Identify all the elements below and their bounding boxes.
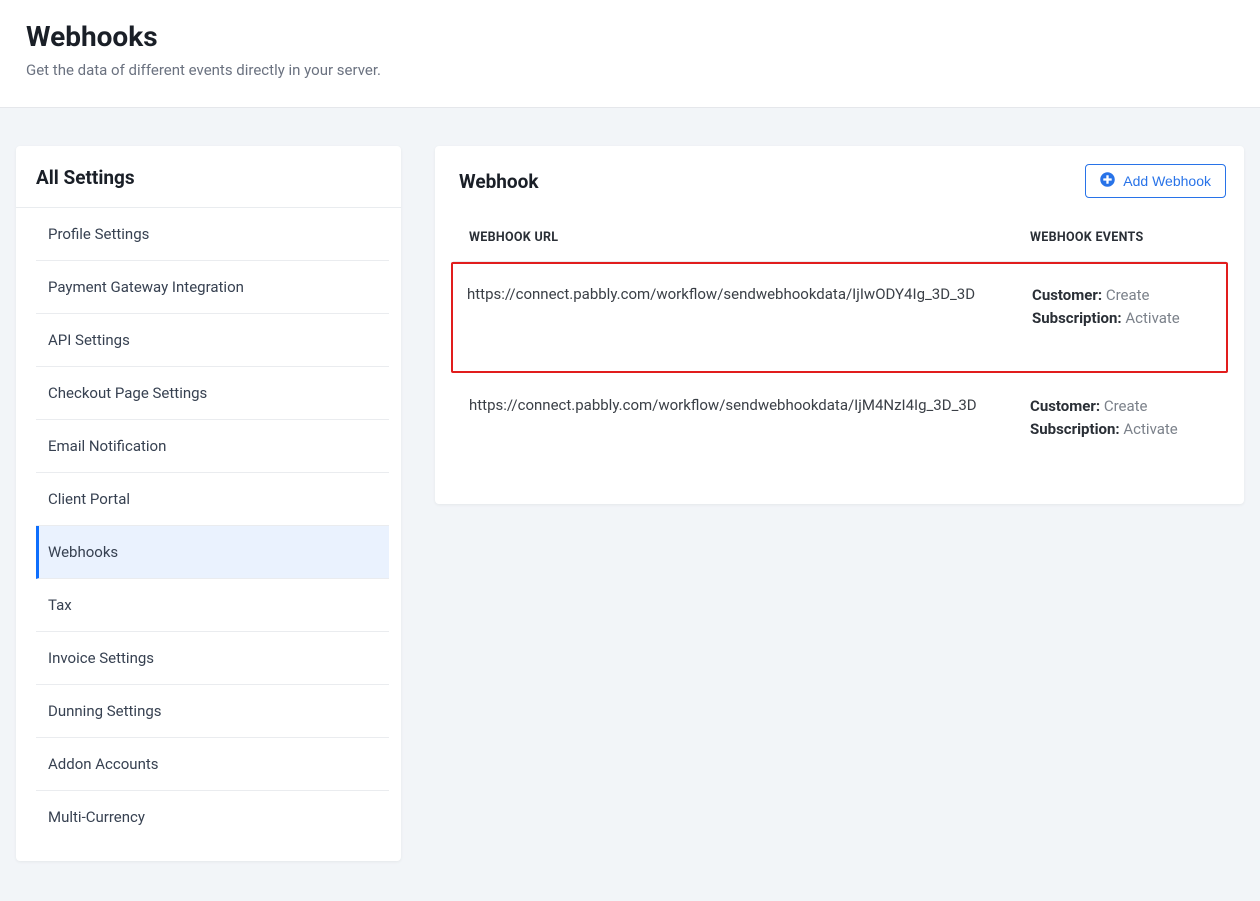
panel-header: Webhook Add Webhook (435, 146, 1244, 216)
sidebar-item-checkout-page-settings[interactable]: Checkout Page Settings (36, 367, 389, 420)
table-body: https://connect.pabbly.com/workflow/send… (453, 262, 1226, 500)
sidebar-item-email-notification[interactable]: Email Notification (36, 420, 389, 473)
sidebar-item-tax[interactable]: Tax (36, 579, 389, 632)
settings-sidebar: All Settings Profile SettingsPayment Gat… (16, 146, 401, 861)
content-area: All Settings Profile SettingsPayment Gat… (0, 108, 1260, 901)
table-row[interactable]: https://connect.pabbly.com/workflow/send… (453, 373, 1226, 500)
plus-circle-icon (1100, 172, 1115, 190)
event-subscription-value: Activate (1125, 309, 1179, 327)
event-customer-label: Customer: (1032, 286, 1102, 304)
sidebar-item-addon-accounts[interactable]: Addon Accounts (36, 738, 389, 791)
event-customer-label: Customer: (1030, 397, 1100, 415)
sidebar-item-profile-settings[interactable]: Profile Settings (36, 208, 389, 261)
webhook-events-cell: Customer: Create Subscription: Activate (1032, 284, 1212, 329)
event-customer-value: Create (1104, 397, 1148, 415)
webhook-url: https://connect.pabbly.com/workflow/send… (467, 285, 975, 303)
event-subscription-label: Subscription: (1032, 309, 1122, 327)
sidebar-item-client-portal[interactable]: Client Portal (36, 473, 389, 526)
page-title: Webhooks (26, 20, 1234, 53)
add-webhook-label: Add Webhook (1123, 173, 1211, 189)
webhook-panel: Webhook Add Webhook WEBHOOK URL WEBHOOK … (435, 146, 1244, 504)
sidebar-title: All Settings (36, 166, 381, 189)
panel-title: Webhook (459, 170, 539, 193)
event-subscription-value: Activate (1123, 420, 1177, 438)
page-header: Webhooks Get the data of different event… (0, 0, 1260, 108)
column-header-events: WEBHOOK EVENTS (1030, 230, 1210, 245)
page-subtitle: Get the data of different events directl… (26, 61, 1234, 79)
sidebar-list: Profile SettingsPayment Gateway Integrat… (16, 208, 401, 861)
webhook-events-cell: Customer: Create Subscription: Activate (1030, 395, 1210, 440)
sidebar-item-dunning-settings[interactable]: Dunning Settings (36, 685, 389, 738)
webhook-url-cell: https://connect.pabbly.com/workflow/send… (467, 284, 1032, 329)
sidebar-item-webhooks[interactable]: Webhooks (36, 526, 389, 579)
sidebar-item-payment-gateway-integration[interactable]: Payment Gateway Integration (36, 261, 389, 314)
event-customer-value: Create (1106, 286, 1150, 304)
table-row[interactable]: https://connect.pabbly.com/workflow/send… (451, 262, 1228, 373)
column-header-url: WEBHOOK URL (469, 230, 1030, 245)
sidebar-item-api-settings[interactable]: API Settings (36, 314, 389, 367)
webhook-url-cell: https://connect.pabbly.com/workflow/send… (469, 395, 1030, 440)
sidebar-header: All Settings (16, 146, 401, 208)
event-subscription-label: Subscription: (1030, 420, 1120, 438)
add-webhook-button[interactable]: Add Webhook (1085, 164, 1226, 198)
sidebar-item-invoice-settings[interactable]: Invoice Settings (36, 632, 389, 685)
webhook-url: https://connect.pabbly.com/workflow/send… (469, 396, 977, 414)
table-head: WEBHOOK URL WEBHOOK EVENTS (453, 216, 1226, 262)
webhook-table: WEBHOOK URL WEBHOOK EVENTS https://conne… (435, 216, 1244, 504)
sidebar-item-multi-currency[interactable]: Multi-Currency (36, 791, 389, 843)
